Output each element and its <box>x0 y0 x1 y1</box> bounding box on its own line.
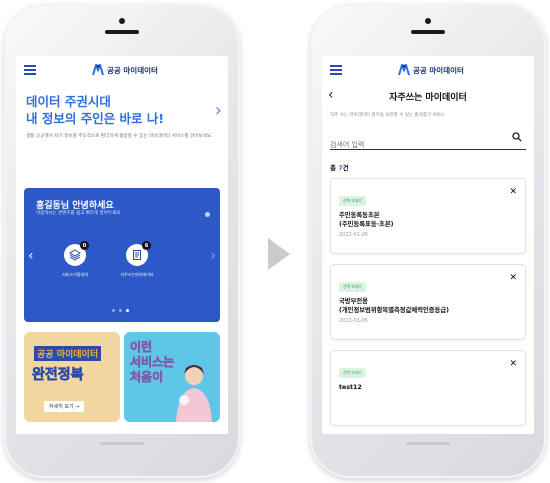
tile-title: 공공 마이데이터 <box>34 346 102 361</box>
status-badge[interactable]: 선택 보내기 <box>339 368 366 378</box>
speaker-bar <box>105 30 139 34</box>
item-title: 국방부전용 (개인정보범위항목별측정값체력인증등급) <box>339 297 517 315</box>
promo-tile-video[interactable]: 이런 서비스는 처음이 <box>124 332 220 422</box>
speaker-bar <box>411 30 445 34</box>
logo-mark-icon <box>398 64 410 76</box>
list-item[interactable]: 선택 보내기 ✕ 국방부전용 (개인정보범위항목별측정값체력인증등급) 2022… <box>330 264 526 340</box>
greeting-card: 홍길동님 안녕하세요 이용하시는 콘텐츠를 쉽고 빠르게 알아두세요. ‹ › … <box>24 188 220 322</box>
transition-arrow-icon <box>268 238 290 270</box>
logo[interactable]: 공공 마이데이터 <box>398 64 464 76</box>
close-icon[interactable]: ✕ <box>509 360 517 369</box>
phone-right: 공공 마이데이터 ‹ 자주쓰는 마이데이터 자주 쓰는 마이데이터 항목을 보관… <box>310 4 546 478</box>
stage: 공공 마이데이터 데이터 주권시대 내 정보의 주인은 바로 나! › 생활 곳… <box>0 0 550 483</box>
screen-favorites: 공공 마이데이터 ‹ 자주쓰는 마이데이터 자주 쓰는 마이데이터 항목을 보관… <box>322 56 534 434</box>
result-count: 총 7건 <box>322 150 534 178</box>
hamburger-menu-icon[interactable] <box>330 65 342 75</box>
item-title-line-2: (주민등록표등·초본) <box>339 221 394 228</box>
tile-line-2: 서비스는 <box>130 355 175 370</box>
list-item[interactable]: 선택 보내기 ✕ test12 <box>330 350 526 426</box>
hamburger-menu-icon[interactable] <box>24 65 36 75</box>
logo-text: 공공 마이데이터 <box>413 65 464 75</box>
favorite-mydata-button[interactable]: 6 자주쓰는마이데이터 <box>120 241 154 278</box>
logo[interactable]: 공공 마이데이터 <box>92 64 158 76</box>
tile-headline: 완전정복 <box>32 367 84 384</box>
camera-dot <box>119 18 125 24</box>
badge-count: 0 <box>80 241 89 250</box>
page-description: 자주 쓰는 마이데이터 항목을 보관할 수 있는 즐겨찾기 서비스 <box>330 113 445 118</box>
carousel-next-icon[interactable]: › <box>210 248 216 264</box>
pager-dot-active[interactable] <box>126 309 129 312</box>
layers-icon: 0 <box>64 241 89 266</box>
item-title: test12 <box>339 383 517 392</box>
list-item[interactable]: 선택 보내기 ✕ 주민등록등초본 (주민등록표등·초본) 2022-01-05 <box>330 178 526 254</box>
hero-line-2: 내 정보의 주인은 바로 나! <box>26 111 165 126</box>
tile-line-1: 이런 <box>130 340 153 355</box>
item-title-line-1: test12 <box>339 384 362 391</box>
item-title-line-1: 국방부전용 <box>339 298 368 305</box>
camera-dot <box>425 18 431 24</box>
screen-home: 공공 마이데이터 데이터 주권시대 내 정보의 주인은 바로 나! › 생활 곳… <box>16 56 228 434</box>
app-header: 공공 마이데이터 <box>16 56 228 84</box>
hero-line-1: 데이터 주권시대 <box>26 94 111 109</box>
item-title-line-1: 주민등록등초본 <box>339 212 380 219</box>
search-bar <box>330 132 526 150</box>
page-header: ‹ 자주쓰는 마이데이터 <box>322 84 534 108</box>
badge-count: 6 <box>142 241 151 250</box>
hero-description: 생활 곳곳에서 자기 정보를 주도적으로 편리하게 활용할 수 있는 마이데이터… <box>26 134 213 139</box>
presenter-image <box>176 365 212 422</box>
status-badge[interactable]: 선택 보내기 <box>339 282 366 292</box>
page-title: 자주쓰는 마이데이터 <box>389 93 467 103</box>
tile-line-3: 처음이 <box>130 370 164 385</box>
search-icon[interactable] <box>512 132 522 142</box>
promo-tile-guide[interactable]: 공공 마이데이터 완전정복 자세히 보기 → <box>24 332 120 422</box>
close-icon[interactable]: ✕ <box>509 274 517 283</box>
carousel-pager <box>112 309 129 312</box>
item-title-line-2: (개인정보범위항목별측정값체력인증등급) <box>339 307 450 314</box>
pager-dot[interactable] <box>112 309 115 312</box>
logo-mark-icon <box>92 64 104 76</box>
logo-text: 공공 마이데이터 <box>107 65 158 75</box>
see-more-button[interactable]: 자세히 보기 → <box>44 401 85 412</box>
tile-headline: 이런 서비스는 처음이 <box>130 340 175 385</box>
count-prefix: 총 <box>330 164 336 172</box>
status-badge[interactable]: 선택 보내기 <box>339 196 366 206</box>
search-input[interactable] <box>330 141 480 149</box>
chevron-right-icon[interactable]: › <box>215 100 222 121</box>
greeting-subtitle: 이용하시는 콘텐츠를 쉽고 빠르게 알아두세요. <box>36 211 122 216</box>
pager-dot[interactable] <box>119 309 122 312</box>
hero-banner[interactable]: 데이터 주권시대 내 정보의 주인은 바로 나! › 생활 곳곳에서 자기 정보… <box>16 84 228 140</box>
service-label: 자주쓰는마이데이터 <box>120 272 154 277</box>
phone-left: 공공 마이데이터 데이터 주권시대 내 정보의 주인은 바로 나! › 생활 곳… <box>4 4 240 478</box>
service-label: 서비스이용내역 <box>62 272 88 277</box>
count-suffix: 건 <box>342 164 349 172</box>
item-date: 2022-01-05 <box>339 318 369 324</box>
document-icon: 6 <box>126 241 151 266</box>
carousel-prev-icon[interactable]: ‹ <box>28 248 34 264</box>
home-indicator <box>406 442 450 445</box>
home-indicator <box>100 442 144 445</box>
close-icon[interactable]: ✕ <box>509 188 517 197</box>
app-header: 공공 마이데이터 <box>322 56 534 84</box>
item-title: 주민등록등초본 (주민등록표등·초본) <box>339 211 517 229</box>
item-date: 2022-01-05 <box>339 232 369 238</box>
settings-dot-icon[interactable] <box>205 212 210 217</box>
service-history-button[interactable]: 0 서비스이용내역 <box>58 241 92 278</box>
